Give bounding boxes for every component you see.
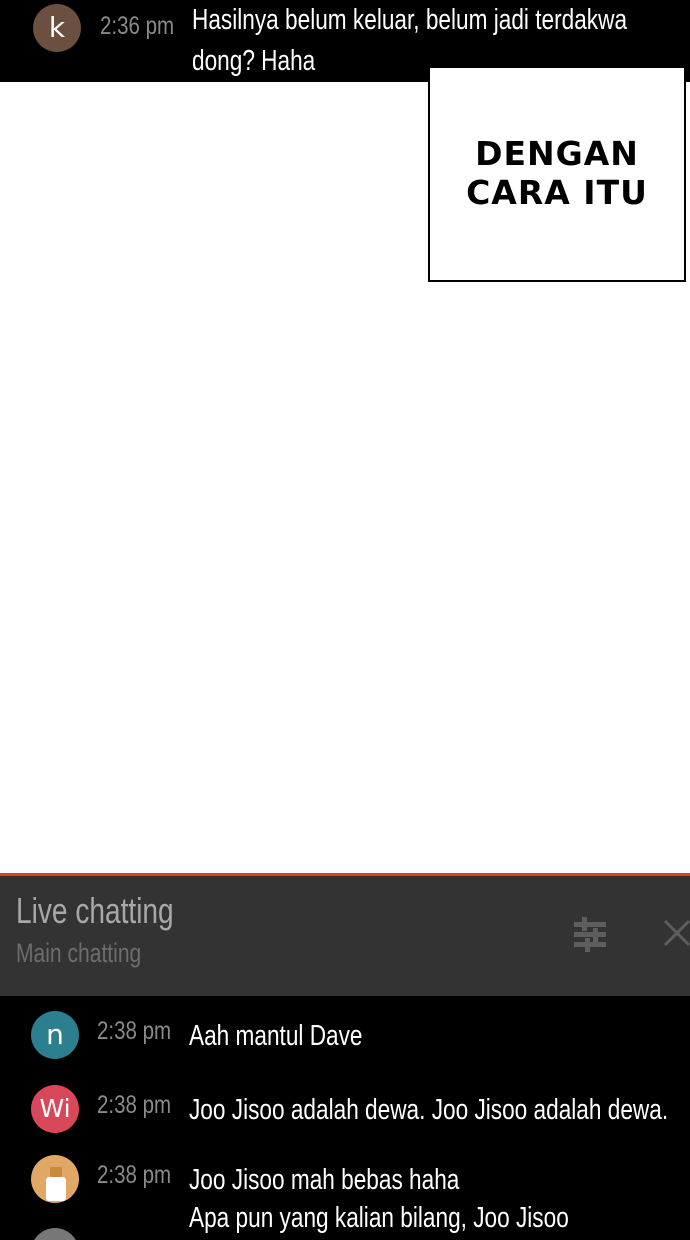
- comic-speech-box: DENGAN CARA ITU: [428, 66, 686, 282]
- message-text: Joo Jisoo adalah dewa. Joo Jisoo adalah …: [189, 1094, 669, 1126]
- chat-title: Live chatting: [16, 890, 174, 931]
- message-text: Joo Jisoo mah bebas haha: [189, 1164, 460, 1196]
- message-time: 2:38 pm: [97, 1161, 172, 1189]
- chat-header: Live chatting Main chatting: [0, 876, 690, 996]
- cup-icon: [46, 1167, 66, 1201]
- user-avatar: k: [33, 4, 81, 52]
- user-avatar: n: [31, 1011, 79, 1059]
- live-chat-panel: Live chatting Main chatting n 2:38 pm Aa…: [0, 873, 690, 1240]
- chat-message[interactable]: Wi 2:38 pm Joo Jisoo adalah dewa. Joo Ji…: [0, 1070, 690, 1140]
- close-icon: [663, 919, 690, 947]
- comic-caption: DENGAN CARA ITU: [466, 134, 648, 212]
- message-text: Apa pun yang kalian bilang, Joo Jisoo: [189, 1202, 569, 1234]
- sliders-icon: [574, 917, 606, 952]
- message-time: 2:36 pm: [100, 12, 175, 40]
- message-time: 2:38 pm: [97, 1017, 172, 1045]
- close-button[interactable]: [660, 916, 690, 950]
- chat-message-list[interactable]: n 2:38 pm Aah mantul Dave Wi 2:38 pm Joo…: [0, 996, 690, 1240]
- reader-page: k 2:36 pm Hasilnya belum keluar, belum j…: [0, 0, 690, 1240]
- message-text: Aah mantul Dave: [189, 1020, 363, 1052]
- filter-button[interactable]: [568, 912, 612, 956]
- user-avatar: Wi: [31, 1085, 79, 1133]
- chat-message[interactable]: Apa pun yang kalian bilang, Joo Jisoo: [0, 1202, 690, 1240]
- user-avatar: [31, 1155, 79, 1203]
- chat-message[interactable]: n 2:38 pm Aah mantul Dave: [0, 996, 690, 1066]
- user-avatar: [31, 1228, 79, 1240]
- chat-subtitle[interactable]: Main chatting: [16, 938, 141, 969]
- message-time: 2:38 pm: [97, 1091, 172, 1119]
